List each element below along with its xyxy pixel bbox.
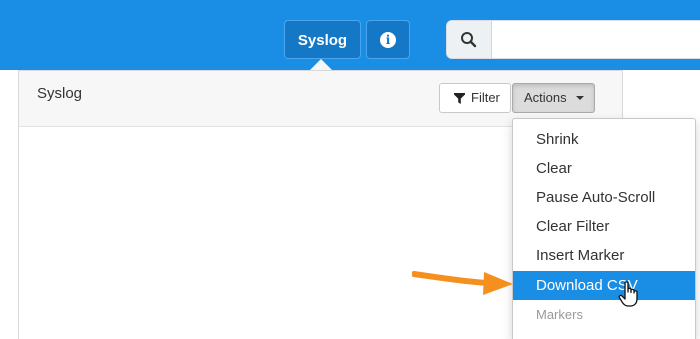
menu-item-shrink[interactable]: Shrink xyxy=(513,125,695,154)
caret-down-icon xyxy=(576,96,584,100)
filter-button-label: Filter xyxy=(471,90,500,105)
menu-item-pause-auto-scroll[interactable]: Pause Auto-Scroll xyxy=(513,183,695,212)
top-nav-bar: Syslog i xyxy=(0,0,700,70)
actions-button-label: Actions xyxy=(524,90,567,105)
actions-button[interactable]: Actions xyxy=(512,83,595,113)
actions-dropdown-menu: Shrink Clear Pause Auto-Scroll Clear Fil… xyxy=(512,118,696,339)
menu-item-download-csv[interactable]: Download CSV xyxy=(513,271,695,300)
hand-pointer-cursor-icon xyxy=(618,281,638,307)
search-box xyxy=(446,20,700,59)
syslog-page: Syslog i Syslog Filter Actions Shrink Cl… xyxy=(0,0,700,339)
menu-item-clear-filter[interactable]: Clear Filter xyxy=(513,212,695,241)
panel-title: Syslog xyxy=(37,85,83,102)
filter-button[interactable]: Filter xyxy=(439,83,511,113)
active-tab-pointer xyxy=(310,59,332,70)
menu-section-markers: Markers xyxy=(536,307,583,322)
tab-syslog[interactable]: Syslog xyxy=(284,20,361,59)
menu-item-insert-marker[interactable]: Insert Marker xyxy=(513,241,695,270)
info-icon: i xyxy=(380,32,396,48)
menu-item-clear[interactable]: Clear xyxy=(513,154,695,183)
search-input[interactable] xyxy=(493,21,700,58)
tab-info[interactable]: i xyxy=(366,20,410,59)
annotation-arrow-icon xyxy=(412,271,513,295)
search-button[interactable] xyxy=(447,21,492,58)
search-icon xyxy=(461,32,477,48)
filter-icon xyxy=(454,93,465,104)
